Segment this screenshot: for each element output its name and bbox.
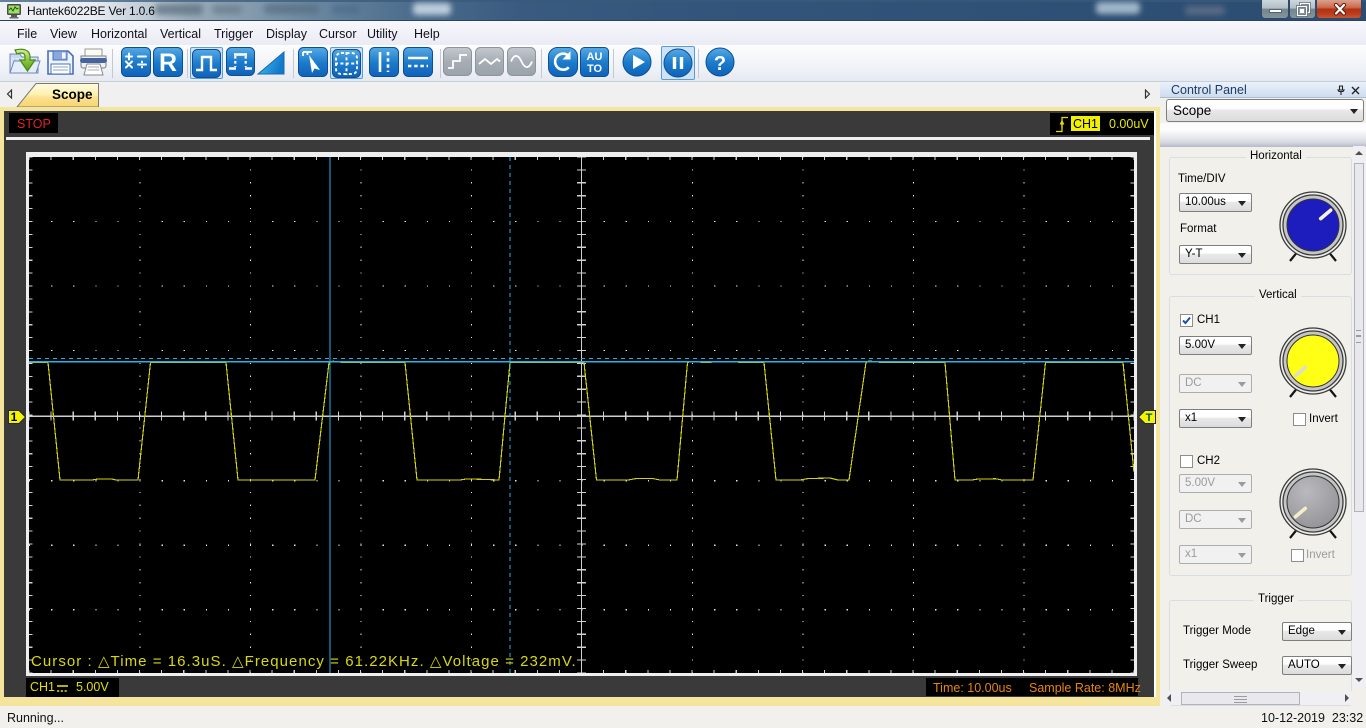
svg-text:TO: TO <box>587 63 603 75</box>
svg-text:T: T <box>1146 412 1153 424</box>
svg-text:1: 1 <box>11 410 18 424</box>
svg-text:R: R <box>159 49 177 77</box>
svg-text:AU: AU <box>587 51 603 63</box>
svg-text:?: ? <box>714 53 726 75</box>
